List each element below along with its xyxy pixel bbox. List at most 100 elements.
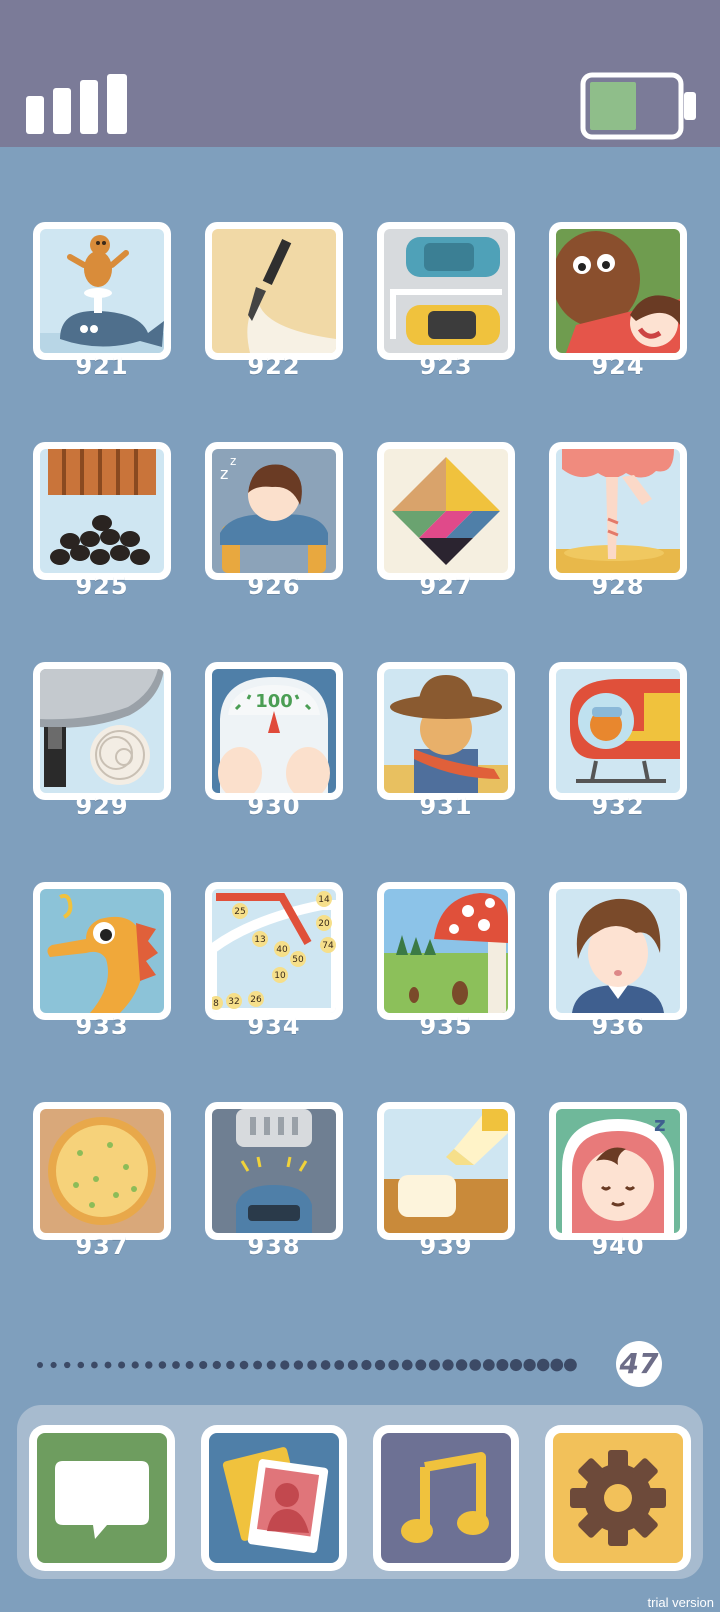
page-dot[interactable] xyxy=(536,1358,550,1372)
scarecrow-icon xyxy=(384,669,508,793)
settings-app[interactable] xyxy=(545,1425,691,1571)
level-tile-926[interactable]: z z xyxy=(205,442,343,580)
page-dot[interactable] xyxy=(347,1359,358,1371)
page-dot[interactable] xyxy=(91,1361,98,1369)
gear-icon xyxy=(553,1433,683,1563)
page-dot[interactable] xyxy=(496,1359,509,1371)
page-dot[interactable] xyxy=(428,1359,440,1371)
page-dot[interactable] xyxy=(185,1361,194,1369)
sleeping-baby-icon: z xyxy=(556,1109,680,1233)
page-dot[interactable] xyxy=(226,1360,235,1370)
dog-and-girl-icon xyxy=(556,229,680,353)
level-number: 927 xyxy=(419,572,473,600)
level-tile-927[interactable] xyxy=(377,442,515,580)
page-dot[interactable] xyxy=(158,1361,167,1369)
photos-app[interactable] xyxy=(201,1425,347,1571)
ball-number: 20 xyxy=(318,919,330,929)
svg-text:z: z xyxy=(654,1112,666,1136)
page-dot[interactable] xyxy=(563,1358,577,1372)
page-dot[interactable] xyxy=(374,1359,386,1371)
page-dot[interactable] xyxy=(550,1358,564,1372)
page-dot[interactable] xyxy=(415,1359,427,1371)
page-count-badge: 47 xyxy=(616,1341,662,1387)
seahorse-icon xyxy=(40,889,164,1013)
level-tile-940[interactable]: z xyxy=(549,1102,687,1240)
page-dot[interactable] xyxy=(199,1360,208,1370)
car-under-press-icon xyxy=(212,1109,336,1233)
page-dot[interactable] xyxy=(50,1361,57,1369)
ball-number: 74 xyxy=(322,941,334,951)
page-dot[interactable] xyxy=(118,1361,126,1369)
page-dot[interactable] xyxy=(307,1360,317,1370)
level-tile-933[interactable] xyxy=(33,882,171,1020)
level-tile-938[interactable] xyxy=(205,1102,343,1240)
level-number: 921 xyxy=(75,352,129,380)
page-dot[interactable] xyxy=(388,1359,399,1371)
seal-on-whale-icon xyxy=(40,229,164,353)
sleeping-student-icon: z z xyxy=(212,449,336,573)
page-dot[interactable] xyxy=(334,1360,345,1370)
page-dot[interactable] xyxy=(131,1361,139,1369)
page-dot[interactable] xyxy=(37,1362,43,1368)
page-dot[interactable] xyxy=(145,1361,153,1369)
level-tile-924[interactable] xyxy=(549,222,687,360)
ball-number: 14 xyxy=(318,895,330,905)
page-dot[interactable] xyxy=(401,1359,413,1371)
level-number: 938 xyxy=(247,1232,301,1260)
level-number: 925 xyxy=(75,572,129,600)
page-dot[interactable] xyxy=(455,1359,468,1371)
level-tile-921[interactable] xyxy=(33,222,171,360)
level-number: 923 xyxy=(419,352,473,380)
page-dot[interactable] xyxy=(172,1361,180,1369)
level-number: 932 xyxy=(591,792,645,820)
level-tile-930[interactable]: 100 xyxy=(205,662,343,800)
level-tile-922[interactable] xyxy=(205,222,343,360)
page-dot[interactable] xyxy=(523,1358,536,1372)
page-dot[interactable] xyxy=(293,1360,304,1370)
svg-text:z: z xyxy=(230,454,236,468)
level-tile-923[interactable] xyxy=(377,222,515,360)
page-dot[interactable] xyxy=(266,1360,276,1370)
page-dot[interactable] xyxy=(320,1360,331,1370)
page-dot[interactable] xyxy=(442,1359,454,1371)
level-tile-935[interactable] xyxy=(377,882,515,1020)
scale-reading: 100 xyxy=(255,691,293,712)
calligraphy-brush-icon xyxy=(212,229,336,353)
giant-mushroom-icon xyxy=(384,889,508,1013)
svg-text:z: z xyxy=(220,464,228,483)
music-app[interactable] xyxy=(373,1425,519,1571)
level-tile-936[interactable] xyxy=(549,882,687,1020)
helicopter-pilot-icon xyxy=(556,669,680,793)
page-dot[interactable] xyxy=(77,1361,85,1369)
tangram-icon xyxy=(384,449,508,573)
ball-number: 32 xyxy=(228,997,239,1007)
page-dot[interactable] xyxy=(212,1360,221,1370)
page-dot[interactable] xyxy=(239,1360,249,1370)
level-tile-937[interactable] xyxy=(33,1102,171,1240)
level-tile-934[interactable]: 25 14 20 13 40 50 74 10 32 26 8 xyxy=(205,882,343,1020)
level-tile-932[interactable] xyxy=(549,662,687,800)
bathroom-scale-icon: 100 xyxy=(212,669,336,793)
level-number: 934 xyxy=(247,1012,301,1040)
music-note-icon xyxy=(381,1433,511,1563)
page-dot[interactable] xyxy=(64,1361,71,1369)
trial-watermark: trial version xyxy=(647,1595,714,1610)
level-number: 939 xyxy=(419,1232,473,1260)
level-tile-928[interactable] xyxy=(549,442,687,580)
ball-number: 40 xyxy=(276,945,288,955)
level-tile-931[interactable] xyxy=(377,662,515,800)
page-dot[interactable] xyxy=(509,1358,523,1372)
page-indicator[interactable] xyxy=(30,1335,690,1395)
level-tile-925[interactable] xyxy=(33,442,171,580)
page-dot[interactable] xyxy=(253,1360,262,1370)
parked-cars-icon xyxy=(384,229,508,353)
page-dot[interactable] xyxy=(361,1359,372,1371)
page-dot[interactable] xyxy=(280,1360,290,1370)
level-tile-939[interactable] xyxy=(377,1102,515,1240)
level-tile-929[interactable] xyxy=(33,662,171,800)
ball-number: 13 xyxy=(254,935,265,945)
page-dot[interactable] xyxy=(104,1361,112,1369)
page-dot[interactable] xyxy=(482,1359,495,1371)
page-dot[interactable] xyxy=(469,1359,482,1371)
messages-app[interactable] xyxy=(29,1425,175,1571)
